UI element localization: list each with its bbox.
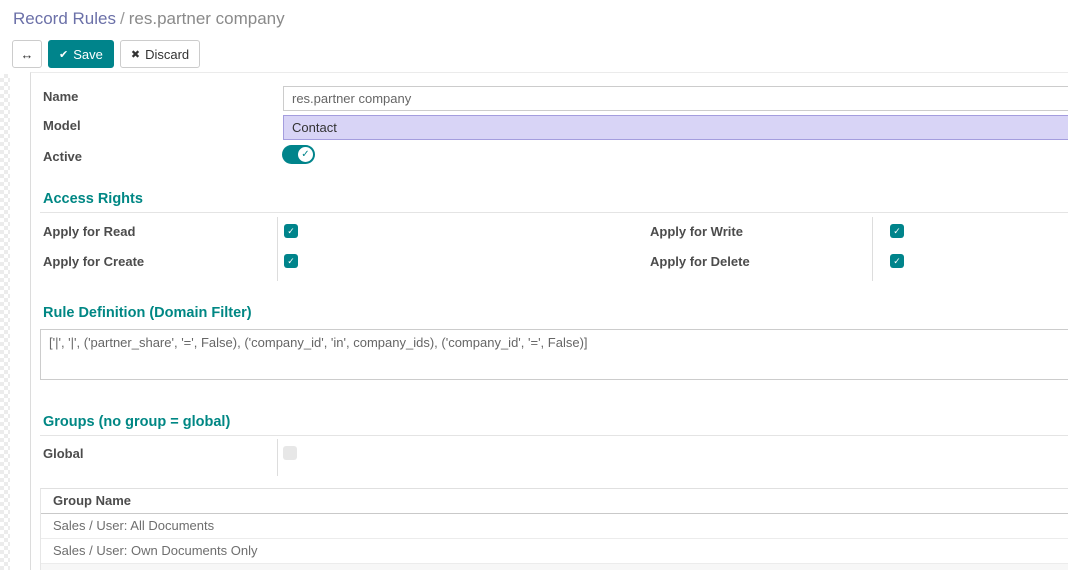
breadcrumb: Record Rules/res.partner company (13, 9, 285, 29)
name-field-label: Name (43, 89, 78, 104)
check-icon: ✔ (59, 48, 68, 61)
global-field-label: Global (43, 446, 83, 461)
groups-separator-line (40, 435, 1068, 436)
model-field-label: Model (43, 118, 81, 133)
global-checkbox (283, 446, 297, 460)
groups-table-footer (41, 564, 1068, 570)
apply-for-delete-label: Apply for Delete (650, 254, 750, 269)
arrows-horizontal-icon: ↔ (21, 47, 34, 62)
save-button[interactable]: ✔ Save (48, 40, 114, 68)
name-input[interactable]: res.partner company (283, 86, 1068, 111)
left-column-separator (277, 217, 278, 281)
model-input[interactable]: Contact (283, 115, 1068, 140)
record-rule-form-page: Record Rules/res.partner company ↔ ✔ Sav… (0, 0, 1068, 570)
discard-button-label: Discard (145, 47, 189, 62)
right-column-separator (872, 217, 873, 281)
expand-view-button[interactable]: ↔ (12, 40, 42, 68)
access-rights-separator-line (40, 212, 1068, 213)
toggle-check-icon: ✓ (298, 147, 313, 162)
close-icon: ✖ (131, 48, 140, 61)
apply-for-create-checkbox[interactable]: ✓ (284, 254, 298, 268)
breadcrumb-separator: / (120, 9, 125, 28)
save-button-label: Save (73, 47, 103, 62)
access-rights-section-title: Access Rights (43, 191, 143, 207)
page-background-strip (0, 74, 10, 570)
rule-definition-section-title: Rule Definition (Domain Filter) (43, 305, 252, 321)
apply-for-delete-checkbox[interactable]: ✓ (890, 254, 904, 268)
apply-for-create-label: Apply for Create (43, 254, 144, 269)
group-row-sales-own-documents[interactable]: Sales / User: Own Documents Only (41, 539, 1068, 564)
toolbar: ↔ ✔ Save ✖ Discard (12, 40, 200, 68)
discard-button[interactable]: ✖ Discard (120, 40, 200, 68)
apply-for-read-label: Apply for Read (43, 224, 135, 239)
active-toggle[interactable]: ✓ (282, 145, 315, 164)
groups-table: Group Name Sales / User: All Documents S… (40, 488, 1068, 570)
global-column-separator (277, 439, 278, 476)
apply-for-write-checkbox[interactable]: ✓ (890, 224, 904, 238)
group-name-column-header[interactable]: Group Name (41, 489, 1068, 514)
group-row-sales-all-documents[interactable]: Sales / User: All Documents (41, 514, 1068, 539)
apply-for-read-checkbox[interactable]: ✓ (284, 224, 298, 238)
apply-for-write-label: Apply for Write (650, 224, 743, 239)
groups-section-title: Groups (no group = global) (43, 414, 230, 430)
breadcrumb-current: res.partner company (129, 9, 285, 28)
domain-filter-textarea[interactable]: ['|', '|', ('partner_share', '=', False)… (40, 329, 1068, 380)
active-field-label: Active (43, 149, 82, 164)
breadcrumb-record-rules-link[interactable]: Record Rules (13, 9, 116, 28)
